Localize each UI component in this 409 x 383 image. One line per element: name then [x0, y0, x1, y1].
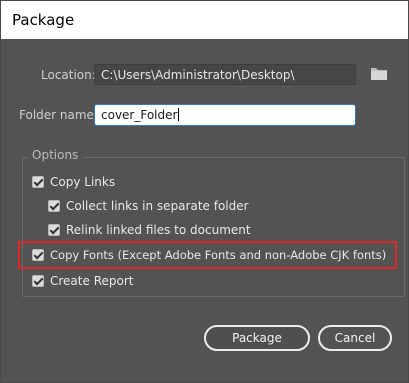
- location-value: C:\Users\Administrator\Desktop\: [101, 68, 295, 82]
- collect-links-option[interactable]: Collect links in separate folder: [48, 198, 249, 214]
- folder-name-value: cover_Folder: [101, 108, 178, 122]
- folder-name-input[interactable]: cover_Folder: [94, 104, 356, 126]
- collect-links-label: Collect links in separate folder: [66, 199, 249, 213]
- copy-links-label: Copy Links: [50, 175, 116, 189]
- create-report-checkbox[interactable]: [32, 275, 44, 287]
- folder-name-label: Folder name:: [19, 108, 98, 122]
- dialog-title: Package: [12, 11, 75, 29]
- create-report-label: Create Report: [50, 274, 134, 288]
- folder-icon[interactable]: [370, 66, 388, 81]
- location-label: Location:: [41, 68, 96, 82]
- copy-fonts-highlight-box: [18, 241, 397, 269]
- collect-links-checkbox[interactable]: [48, 200, 60, 212]
- copy-links-option[interactable]: Copy Links: [32, 174, 115, 190]
- text-caret: [178, 108, 180, 121]
- package-button[interactable]: Package: [204, 325, 310, 351]
- cancel-button[interactable]: Cancel: [318, 325, 392, 351]
- relink-files-checkbox[interactable]: [48, 224, 60, 236]
- location-field[interactable]: C:\Users\Administrator\Desktop\: [94, 64, 356, 85]
- options-legend: Options: [28, 148, 83, 162]
- copy-links-checkbox[interactable]: [32, 176, 44, 188]
- create-report-option[interactable]: Create Report: [32, 273, 133, 289]
- relink-files-label: Relink linked files to document: [66, 223, 251, 237]
- relink-files-option[interactable]: Relink linked files to document: [48, 222, 251, 238]
- package-dialog: Package Location: C:\Users\Administrator…: [0, 0, 409, 383]
- title-bar: Package: [1, 1, 408, 39]
